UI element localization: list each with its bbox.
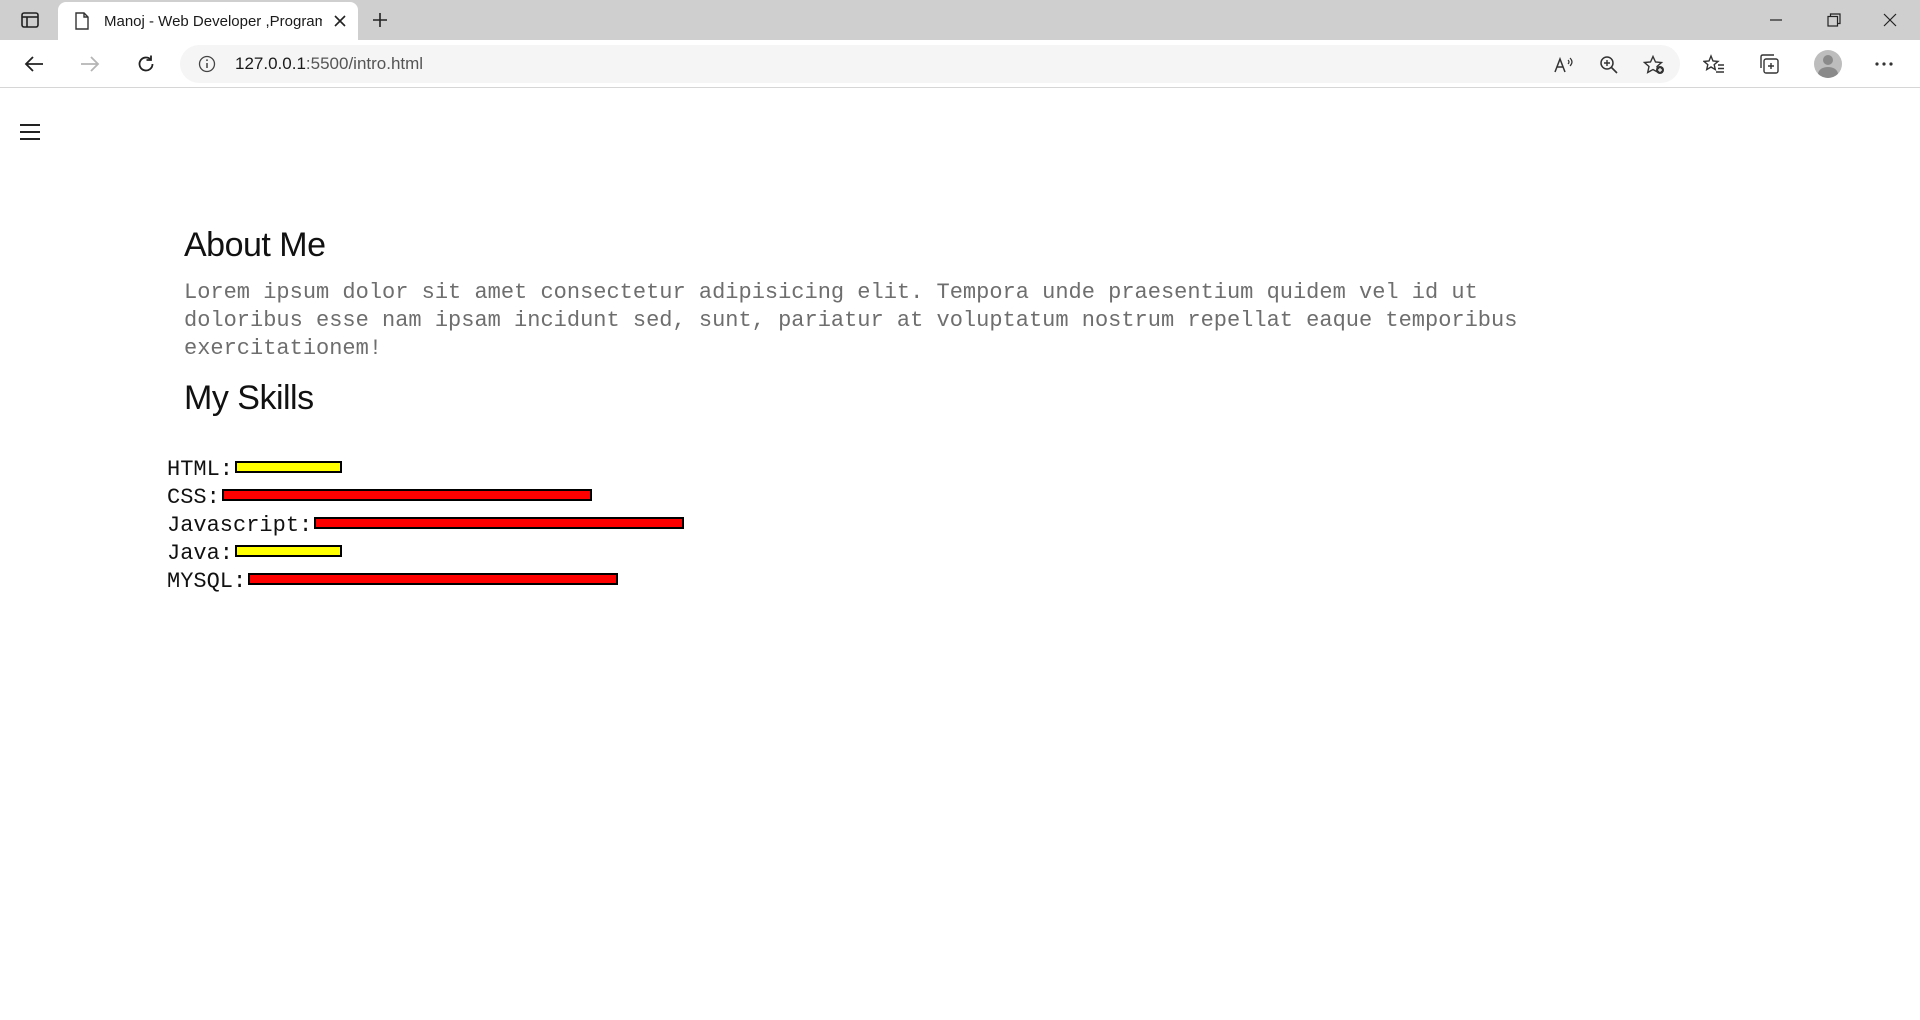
- hamburger-menu-icon[interactable]: [18, 122, 42, 142]
- skill-row: Javascript:: [167, 511, 685, 539]
- favorites-icon[interactable]: [1698, 48, 1730, 80]
- minimize-icon[interactable]: [1748, 0, 1804, 40]
- info-icon[interactable]: [198, 55, 216, 73]
- skill-bar: [221, 489, 592, 501]
- about-heading: About Me: [184, 226, 326, 264]
- browser-toolbar: 127.0.0.1:5500/intro.html: [0, 40, 1920, 88]
- browser-tab-bar: Manoj - Web Developer ,Programmer: [0, 0, 1920, 40]
- skill-row: MYSQL:: [167, 567, 684, 595]
- skill-bar: [235, 461, 343, 473]
- about-text: Lorem ipsum dolor sit amet consectetur a…: [184, 280, 1518, 361]
- profile-avatar[interactable]: [1812, 48, 1844, 80]
- forward-icon: [72, 48, 108, 80]
- more-options-icon[interactable]: [1868, 48, 1900, 80]
- skill-label: CSS:: [167, 484, 220, 510]
- address-bar[interactable]: 127.0.0.1:5500/intro.html: [180, 45, 1680, 83]
- window-close-icon[interactable]: [1862, 0, 1918, 40]
- tab-actions-icon[interactable]: [14, 8, 46, 32]
- about-section: About Me Lorem ipsum dolor sit amet cons…: [184, 226, 1584, 418]
- browser-tab[interactable]: Manoj - Web Developer ,Programmer: [58, 2, 358, 40]
- skill-label: Java:: [167, 540, 234, 566]
- read-aloud-icon[interactable]: [1551, 52, 1577, 78]
- restore-icon[interactable]: [1806, 0, 1862, 40]
- skill-bar: [235, 545, 343, 557]
- tab-title: Manoj - Web Developer ,Programmer: [104, 12, 322, 30]
- back-icon[interactable]: [16, 48, 52, 80]
- url-host: 127.0.0.1: [235, 54, 306, 73]
- skill-label: Javascript:: [167, 512, 313, 538]
- new-tab-icon[interactable]: [366, 6, 394, 34]
- add-favorite-icon[interactable]: [1641, 52, 1667, 78]
- avatar: [1814, 50, 1842, 78]
- close-icon[interactable]: [328, 9, 352, 33]
- skill-label: HTML:: [167, 456, 234, 482]
- skill-bar: [248, 573, 619, 585]
- skill-row: CSS:: [167, 483, 684, 511]
- skills-heading: My Skills: [184, 379, 314, 417]
- page-icon: [74, 12, 90, 30]
- skill-row: Java:: [167, 539, 684, 567]
- url-path: :5500/intro.html: [305, 54, 424, 73]
- url-text: 127.0.0.1:5500/intro.html: [235, 54, 423, 74]
- refresh-icon[interactable]: [128, 48, 164, 80]
- skills-list: HTML: CSS: Javascript: Java: MYSQL:: [167, 455, 685, 595]
- zoom-icon[interactable]: [1596, 52, 1622, 78]
- skill-row: HTML:: [167, 455, 684, 483]
- skill-label: MYSQL:: [167, 568, 247, 594]
- collections-icon[interactable]: [1753, 48, 1785, 80]
- skill-bar: [314, 517, 685, 529]
